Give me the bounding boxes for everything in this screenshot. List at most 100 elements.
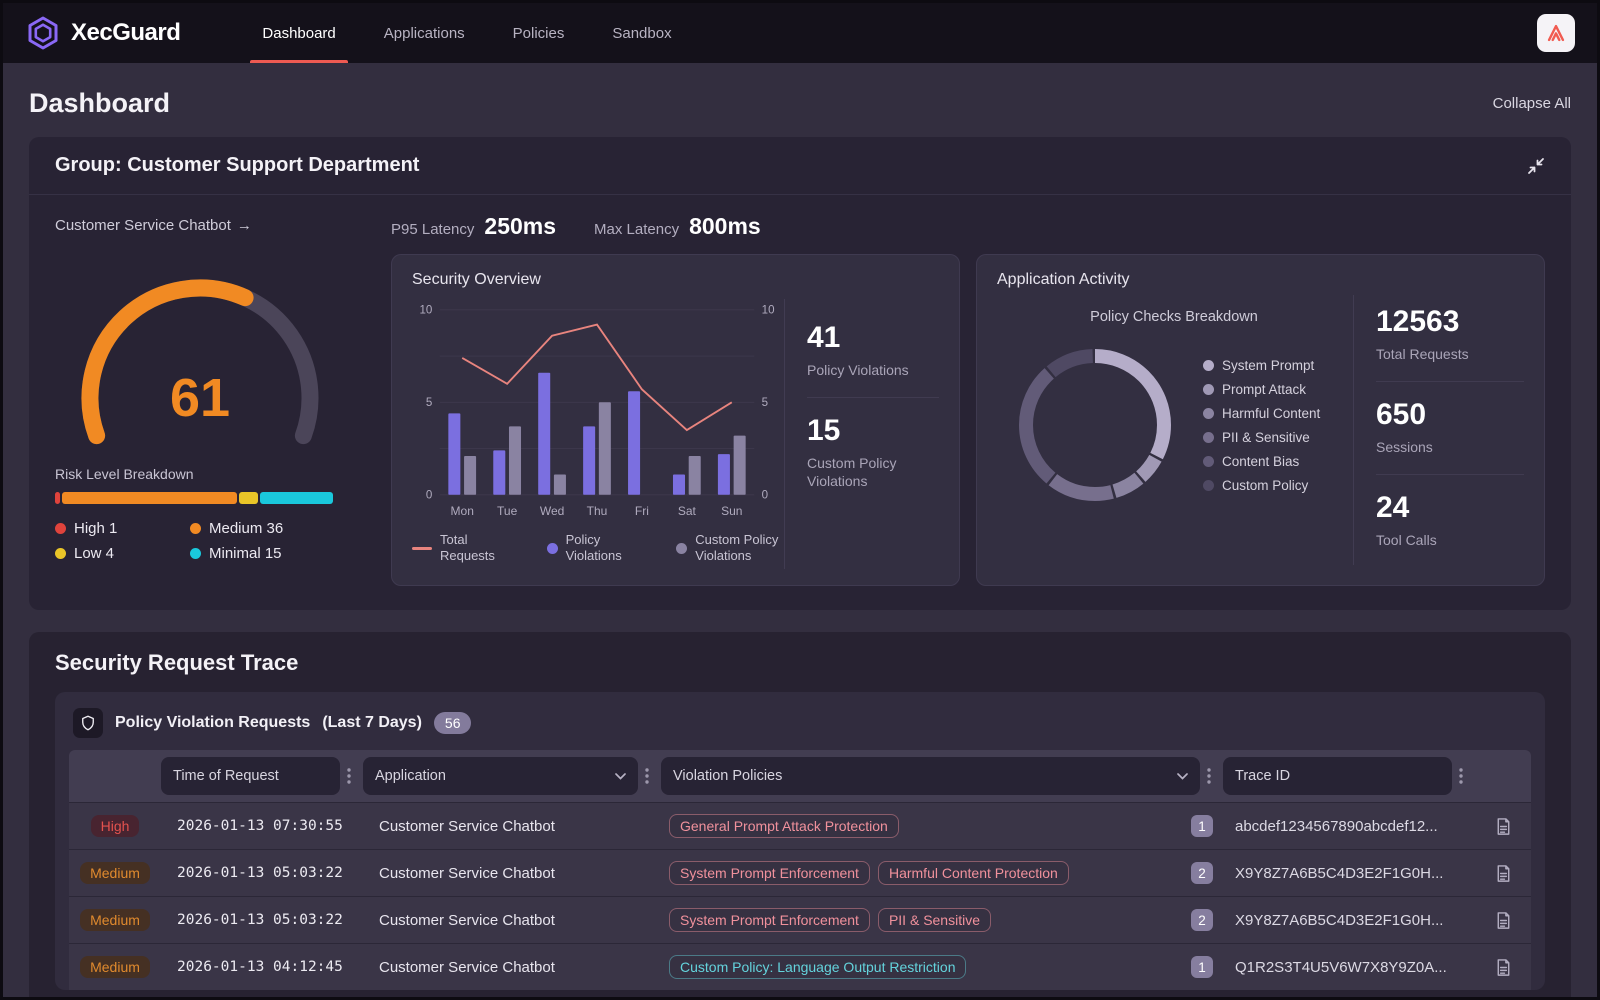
policy-chip[interactable]: System Prompt Enforcement (669, 908, 870, 932)
policy-chip[interactable]: General Prompt Attack Protection (669, 814, 899, 838)
latency-row: P95 Latency250msMax Latency800ms (391, 213, 1545, 240)
donut-legend-label: Content Bias (1222, 454, 1299, 469)
vertical-divider (784, 299, 785, 569)
divider (807, 397, 939, 398)
donut-legend-label: Prompt Attack (1222, 382, 1306, 397)
nav-item-sandbox[interactable]: Sandbox (588, 3, 695, 63)
document-icon[interactable] (1494, 817, 1513, 836)
table-row[interactable]: Medium2026-01-13 04:12:45Customer Servic… (69, 943, 1531, 990)
screen: XecGuard DashboardApplicationsPoliciesSa… (0, 0, 1600, 1000)
account-button[interactable] (1537, 14, 1575, 52)
policy-chip[interactable]: Custom Policy: Language Output Restricti… (669, 955, 966, 979)
stat-block-aa2: 24Tool Calls (1376, 493, 1524, 549)
risk-bar-segment-medium (62, 492, 237, 504)
risk-bar-segment-low (239, 492, 258, 504)
column-header-button[interactable]: Trace ID (1223, 757, 1452, 795)
security-overview-title: Security Overview (412, 271, 939, 289)
stat-label: Sessions (1376, 438, 1524, 456)
donut-legend-label: System Prompt (1222, 358, 1314, 373)
severity-badge: Medium (80, 909, 150, 931)
policy-chip[interactable]: System Prompt Enforcement (669, 861, 870, 885)
table-body: High2026-01-13 07:30:55Customer Service … (69, 802, 1531, 990)
risk-column: Customer Service Chatbot→ 61 Risk Level … (55, 209, 371, 586)
nav-item-dashboard[interactable]: Dashboard (238, 3, 359, 63)
latency-label: Max Latency (594, 221, 679, 238)
stat-value: 41 (807, 323, 939, 353)
collapse-all-button[interactable]: Collapse All (1493, 95, 1571, 112)
stat-block-aa1: 650Sessions (1376, 400, 1524, 456)
document-icon[interactable] (1494, 958, 1513, 977)
document-cell (1475, 864, 1531, 883)
severity-cell: Medium (69, 862, 161, 884)
legend-dot-icon (1203, 408, 1214, 419)
risk-breakdown-title: Risk Level Breakdown (55, 466, 371, 482)
app-window: XecGuard DashboardApplicationsPoliciesSa… (3, 3, 1597, 997)
donut-legend-item: Prompt Attack (1203, 382, 1320, 397)
trace-id-cell: Q1R2S3T4U5V6W7X8Y9Z0A... (1223, 959, 1475, 976)
column-menu-icon[interactable] (1459, 768, 1463, 784)
severity-cell: Medium (69, 909, 161, 931)
column-header-button[interactable]: Time of Request (161, 757, 340, 795)
donut-legend-item: PII & Sensitive (1203, 430, 1320, 445)
group-metrics-column: P95 Latency250msMax Latency800ms Securit… (391, 209, 1545, 586)
chart-legend-label: Total Requests (440, 532, 523, 565)
document-icon[interactable] (1494, 864, 1513, 883)
application-cell: Customer Service Chatbot (363, 959, 661, 976)
risk-legend-label: High 1 (74, 520, 117, 537)
chart-legend-item: Total Requests (412, 532, 523, 565)
table-row[interactable]: High2026-01-13 07:30:55Customer Service … (69, 802, 1531, 849)
header-cell-time-of-request: Time of Request (161, 750, 363, 802)
page-title: Dashboard (29, 88, 170, 119)
legend-dot-icon (1203, 360, 1214, 371)
chart-legend-item: Policy Violations (547, 532, 653, 565)
donut-legend-label: Harmful Content (1222, 406, 1320, 421)
divider (1376, 474, 1524, 475)
svg-text:Sat: Sat (678, 504, 697, 518)
column-header-button[interactable]: Violation Policies (661, 757, 1200, 795)
application-activity-content: Policy Checks Breakdown System PromptPro… (997, 291, 1524, 569)
chart-legend-label: Custom Policy Violations (695, 532, 782, 565)
policy-checks-donut (1011, 341, 1179, 509)
column-menu-icon[interactable] (1207, 768, 1211, 784)
card-period: (Last 7 Days) (322, 714, 422, 732)
table-header-row: Time of Request Application Violation Poli… (69, 750, 1531, 802)
legend-dot-icon (1203, 456, 1214, 467)
column-header-button[interactable]: Application (363, 757, 638, 795)
column-menu-icon[interactable] (347, 768, 351, 784)
svg-text:Tue: Tue (497, 504, 518, 518)
stat-label: Tool Calls (1376, 531, 1524, 549)
brand[interactable]: XecGuard (25, 15, 180, 51)
policy-count-badge: 2 (1191, 909, 1213, 931)
risk-legend-item-minimal: Minimal 15 (190, 545, 371, 562)
policy-chip[interactable]: Harmful Content Protection (878, 861, 1069, 885)
page-header: Dashboard Collapse All (29, 77, 1571, 129)
document-icon[interactable] (1494, 911, 1513, 930)
donut-legend-item: Content Bias (1203, 454, 1320, 469)
risk-legend-label: Minimal 15 (209, 545, 282, 562)
policy-count-badge: 1 (1191, 815, 1213, 837)
table-row[interactable]: Medium2026-01-13 05:03:22Customer Servic… (69, 849, 1531, 896)
svg-text:Fri: Fri (635, 504, 649, 518)
latency-stat: Max Latency800ms (594, 213, 761, 240)
time-cell: 2026-01-13 04:12:45 (161, 959, 363, 975)
column-menu-icon[interactable] (645, 768, 649, 784)
security-overview-chart: 10105500MonTueWedThuFriSatSun Total Requ… (412, 295, 782, 573)
collapse-panel-icon[interactable] (1527, 157, 1545, 175)
shield-icon (73, 708, 103, 738)
application-link[interactable]: Customer Service Chatbot→ (55, 217, 371, 234)
security-request-trace-title: Security Request Trace (55, 650, 1545, 676)
risk-bar-segment-minimal (260, 492, 333, 504)
nav-item-policies[interactable]: Policies (489, 3, 589, 63)
policy-chip[interactable]: PII & Sensitive (878, 908, 991, 932)
severity-badge: Medium (80, 862, 150, 884)
chevron-down-icon[interactable] (1177, 773, 1188, 780)
application-cell: Customer Service Chatbot (363, 912, 661, 929)
application-cell: Customer Service Chatbot (363, 865, 661, 882)
security-overview-legend: Total Requests Policy Violations Custom Po… (412, 532, 782, 565)
nav-item-applications[interactable]: Applications (360, 3, 489, 63)
risk-legend-label: Medium 36 (209, 520, 283, 537)
legend-dot-icon (190, 548, 201, 559)
application-activity-title: Application Activity (997, 271, 1524, 289)
chevron-down-icon[interactable] (615, 773, 626, 780)
table-row[interactable]: Medium2026-01-13 05:03:22Customer Servic… (69, 896, 1531, 943)
